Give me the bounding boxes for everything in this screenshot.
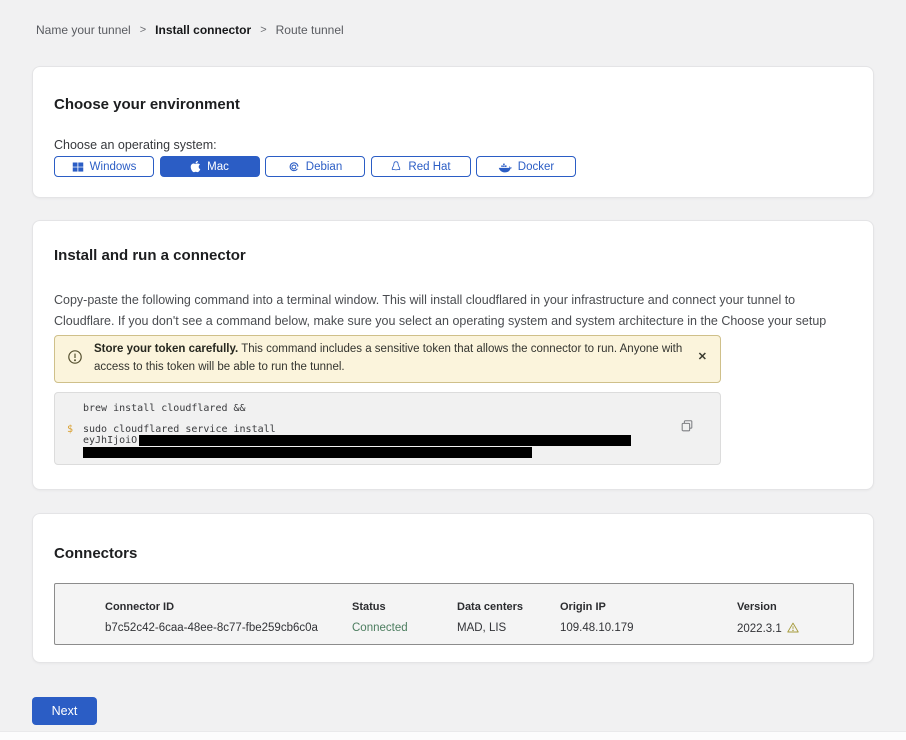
os-button-label: Docker (518, 161, 554, 173)
debian-swirl-icon (288, 161, 300, 173)
connectors-card: Connectors Connector ID Status Data cent… (32, 513, 874, 663)
breadcrumb-name-your-tunnel[interactable]: Name your tunnel (36, 23, 131, 37)
breadcrumb: Name your tunnel > Install connector > R… (36, 23, 344, 37)
os-button-windows[interactable]: Windows (54, 156, 154, 177)
choose-environment-title: Choose your environment (54, 96, 240, 113)
token-warning-banner: Store your token carefully. This command… (54, 335, 721, 383)
connector-version-value: 2022.3.1 (737, 623, 782, 635)
column-header-data-centers: Data centers (457, 601, 523, 613)
banner-close-icon[interactable]: ✕ (698, 352, 707, 363)
code-line-token: eyJhIjoiO (83, 435, 631, 446)
os-button-label: Windows (90, 161, 137, 173)
column-header-connector-id: Connector ID (105, 601, 174, 613)
code-line-brew: brew install cloudflared && (83, 403, 246, 414)
connector-version-cell: 2022.3.1 (737, 622, 799, 636)
breadcrumb-separator: > (140, 24, 146, 36)
os-button-label: Debian (306, 161, 342, 173)
os-button-mac[interactable]: Mac (160, 156, 260, 177)
install-connector-card: Install and run a connector Copy-paste t… (32, 220, 874, 490)
breadcrumb-route-tunnel[interactable]: Route tunnel (276, 23, 344, 37)
column-header-origin-ip: Origin IP (560, 601, 606, 613)
info-circle-icon (67, 349, 83, 370)
os-button-label: Red Hat (408, 161, 450, 173)
os-select-label: Choose an operating system: (54, 138, 217, 152)
connector-id-value: b7c52c42-6caa-48ee-8c77-fbe259cb6c0a (105, 622, 318, 634)
redhat-linux-icon (390, 160, 402, 173)
os-button-debian[interactable]: Debian (265, 156, 365, 177)
connector-status-value: Connected (352, 622, 408, 634)
redacted-token-bar (83, 447, 532, 458)
install-connector-title: Install and run a connector (54, 247, 246, 264)
os-button-redhat[interactable]: Red Hat (371, 156, 471, 177)
breadcrumb-separator: > (260, 24, 266, 36)
code-line-sudo: sudo cloudflared service install (83, 424, 276, 435)
docker-whale-icon (498, 161, 512, 173)
column-header-status: Status (352, 601, 386, 613)
redacted-token-bar (139, 435, 631, 446)
token-warning-text: Store your token carefully. This command… (94, 341, 686, 377)
copy-command-icon[interactable] (680, 419, 694, 436)
connectors-title: Connectors (54, 545, 137, 562)
connectors-table: Connector ID Status Data centers Origin … (54, 583, 854, 645)
os-button-label: Mac (207, 161, 229, 173)
connector-data-centers-value: MAD, LIS (457, 622, 506, 634)
os-button-group: Windows Mac Debian Red Hat Docker (54, 156, 576, 177)
choose-environment-card: Choose your environment Choose an operat… (32, 66, 874, 198)
apple-logo-icon (190, 160, 201, 173)
os-button-docker[interactable]: Docker (476, 156, 576, 177)
windows-logo-icon (72, 161, 84, 173)
scroll-container-edge (0, 731, 906, 740)
column-header-version: Version (737, 601, 777, 613)
token-warning-bold: Store your token carefully. (94, 343, 238, 355)
connector-origin-ip-value: 109.48.10.179 (560, 622, 634, 634)
install-command-codeblock: brew install cloudflared && $ sudo cloud… (54, 392, 721, 465)
token-prefix: eyJhIjoiO (83, 435, 137, 446)
shell-prompt: $ (67, 424, 73, 435)
version-warning-icon (787, 622, 799, 636)
next-button[interactable]: Next (32, 697, 97, 725)
breadcrumb-install-connector[interactable]: Install connector (155, 23, 251, 37)
